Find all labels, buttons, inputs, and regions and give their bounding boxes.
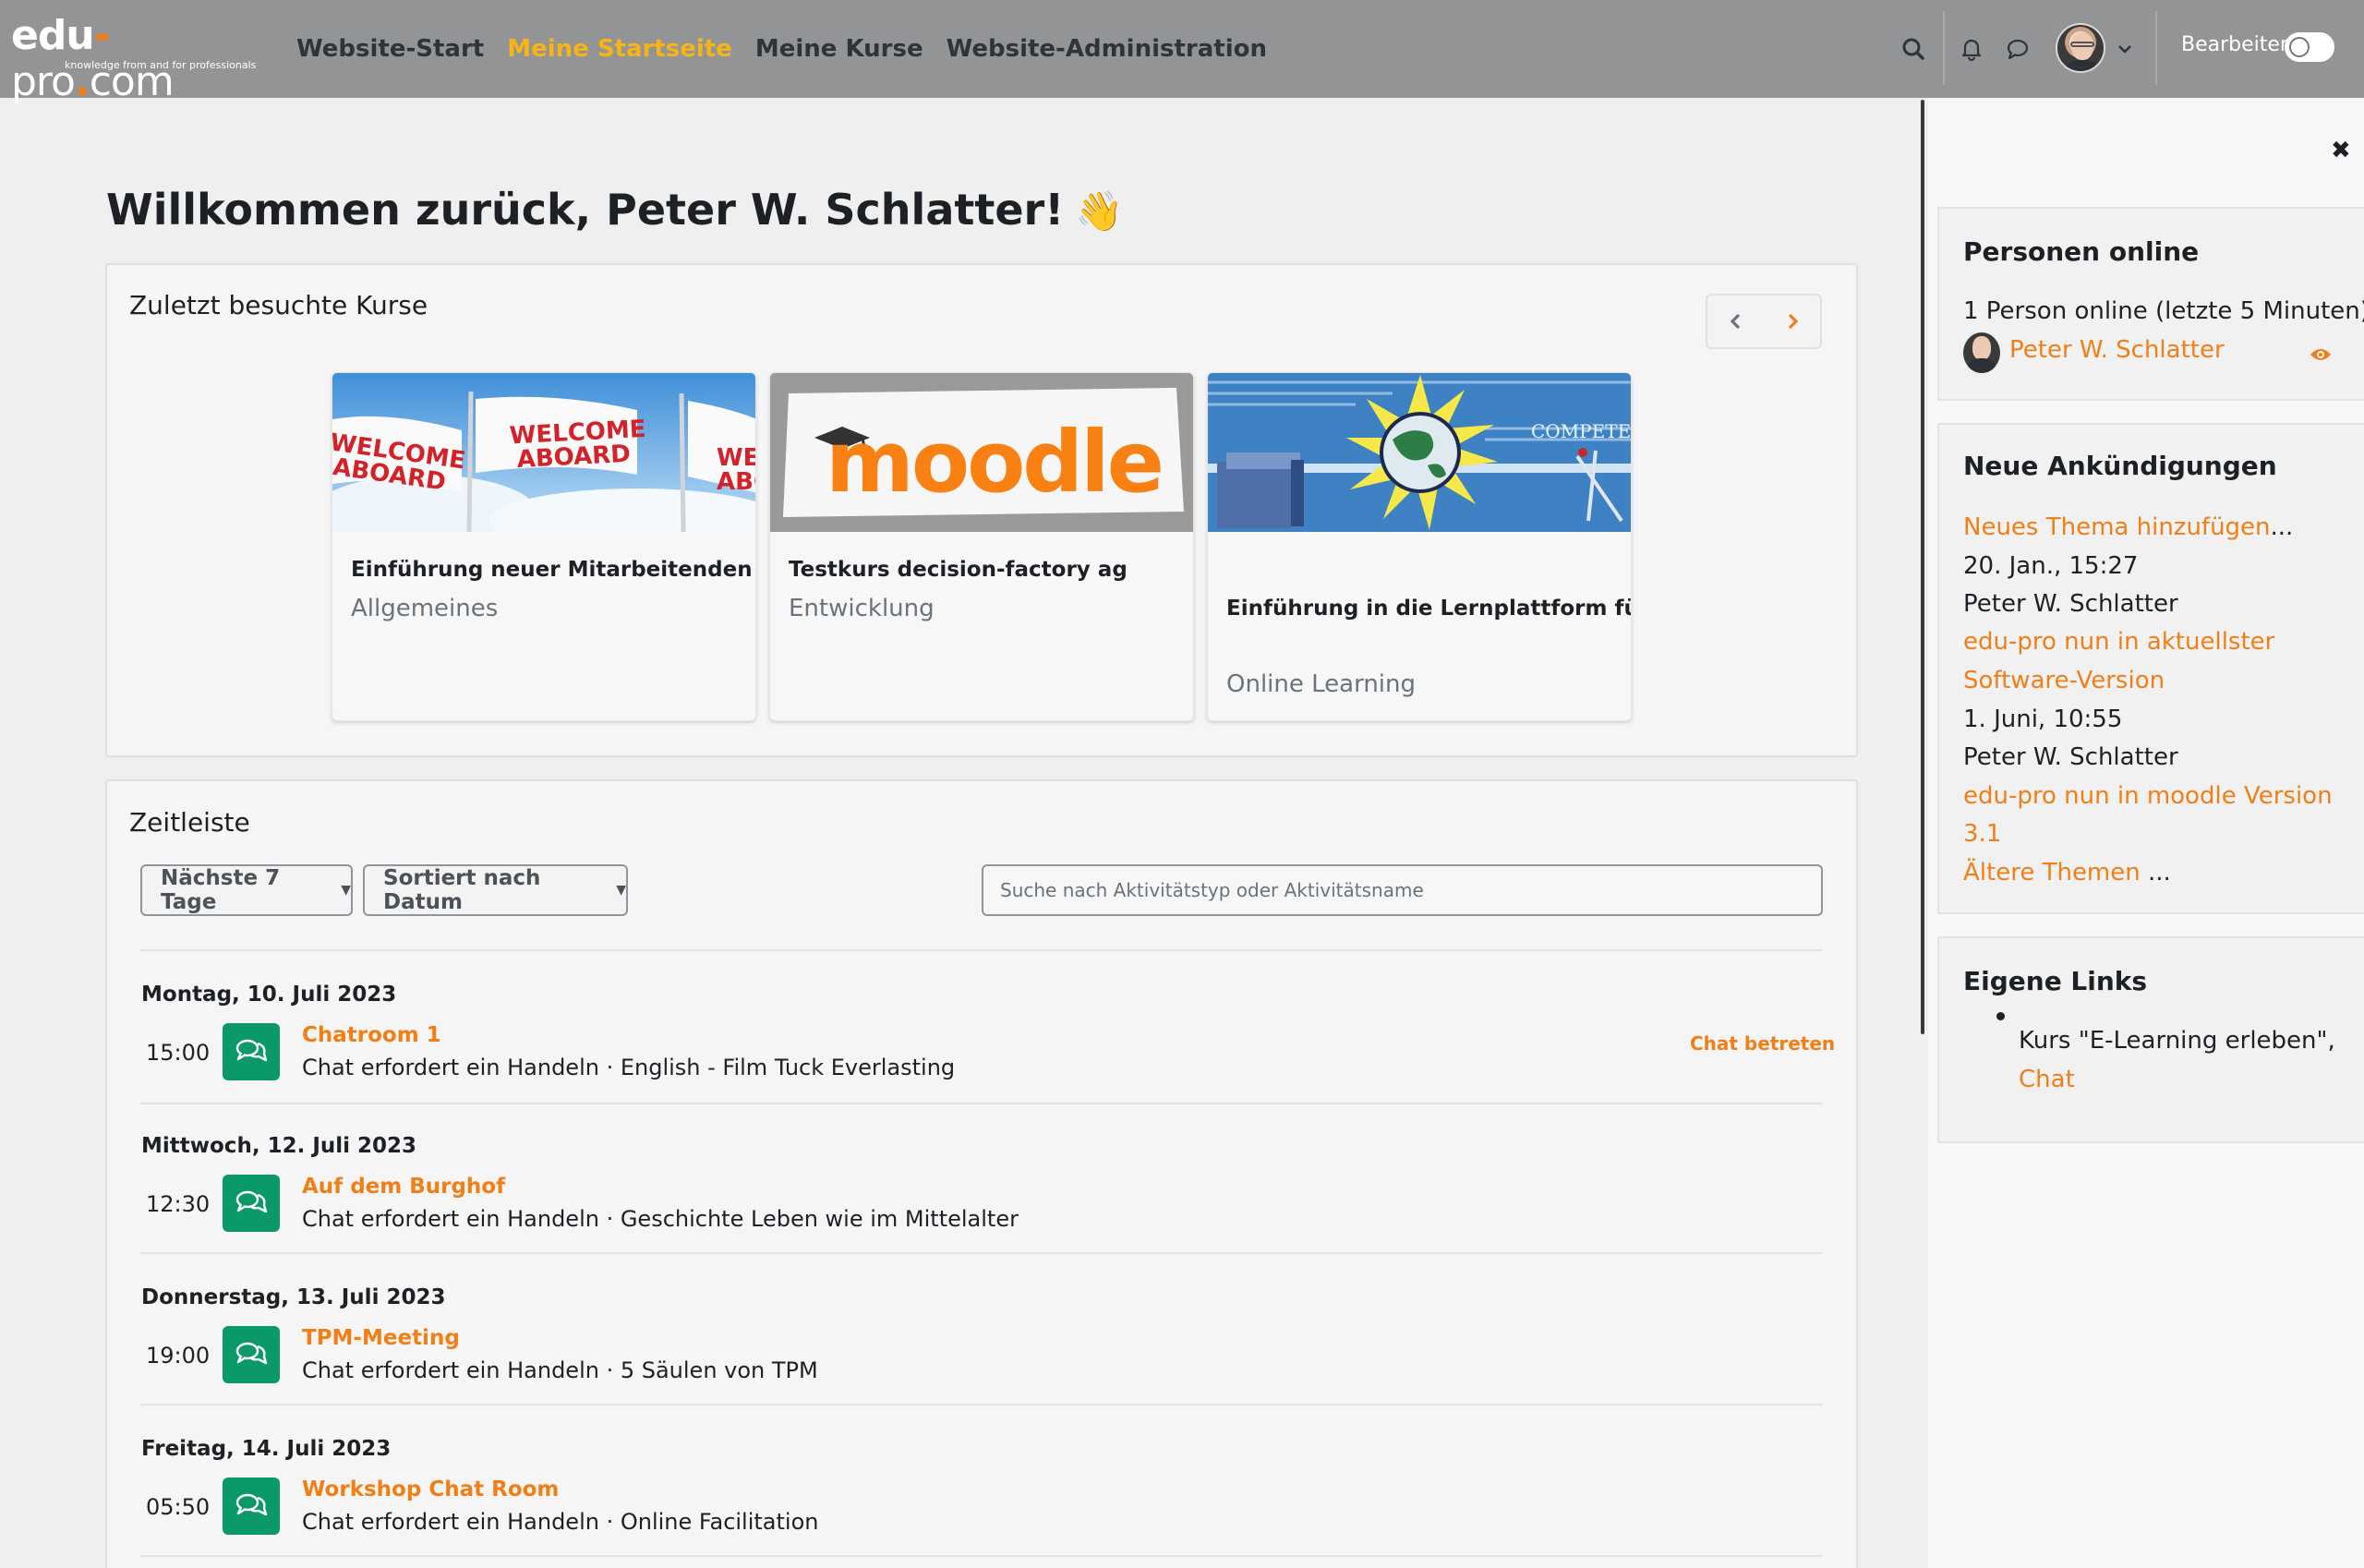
carousel-navigation (1706, 294, 1822, 349)
course-name[interactable]: Testkurs decision-factory ag (789, 558, 1128, 582)
chevron-down-icon[interactable] (2111, 35, 2142, 66)
chat-icon (223, 1478, 280, 1535)
news-block: Neue Ankündigungen Neues Thema hinzufüge… (1937, 423, 2364, 914)
recent-courses-title: Zuletzt besuchte Kurse (129, 290, 428, 320)
news-title-link[interactable]: edu-pro nun in aktuellster (1963, 628, 2274, 656)
online-user-link[interactable]: Peter W. Schlatter (2009, 336, 2225, 364)
nav-item-meine-kurse[interactable]: Meine Kurse (755, 31, 923, 66)
user-avatar[interactable] (2056, 23, 2105, 73)
primary-navigation: Website-Start Meine Startseite Meine Kur… (296, 31, 1290, 66)
timeline-activity-link[interactable]: TPM-Meeting (302, 1326, 460, 1350)
top-navbar: edu-pro.com knowledge from and for profe… (0, 0, 2364, 105)
timeline-time: 19:00 (146, 1343, 211, 1369)
chat-enter-button[interactable]: Chat betreten (1690, 1032, 1835, 1055)
block-title: Personen online (1963, 236, 2200, 267)
eye-icon[interactable] (2309, 345, 2333, 368)
svg-text:COMPETENC: COMPETENC (1531, 420, 1631, 442)
online-summary: 1 Person online (letzte 5 Minuten) (1963, 297, 2364, 325)
course-image-moodle: moodle (770, 373, 1193, 532)
user-avatar (1963, 332, 2000, 373)
news-author: Peter W. Schlatter (1963, 743, 2178, 771)
message-icon[interactable] (2002, 33, 2033, 65)
course-image-globe: COMPETENC (1208, 373, 1631, 532)
logo-tagline: knowledge from and for professionals (65, 59, 257, 71)
course-category: Allgemeines (351, 595, 499, 622)
news-title-link[interactable]: 3.1 (1963, 820, 2001, 848)
online-users-block: Personen online 1 Person online (letzte … (1937, 207, 2364, 401)
news-author: Peter W. Schlatter (1963, 590, 2178, 618)
chevron-right-icon (1788, 313, 1798, 330)
older-topics-link[interactable]: Ältere Themen (1963, 859, 2141, 887)
carousel-prev-button[interactable] (1707, 296, 1764, 347)
add-topic-line: Neues Thema hinzufügen... (1963, 513, 2294, 541)
timeline-date: Mittwoch, 12. Juli 2023 (141, 1134, 417, 1158)
divider (140, 1555, 1823, 1557)
course-category: Entwicklung (789, 595, 935, 622)
timeline-date: Freitag, 14. Juli 2023 (141, 1437, 392, 1461)
timeline-sort-select[interactable]: Sortiert nach Datum ▼ (363, 864, 628, 916)
block-title: Eigene Links (1963, 966, 2148, 996)
nav-item-website-start[interactable]: Website-Start (296, 31, 484, 66)
navbar-divider (1943, 11, 1945, 85)
course-name[interactable]: Einführung in die Lernplattform für... (1226, 597, 1631, 621)
course-card[interactable]: COMPETENC Einführung in die Lernplattfor… (1207, 372, 1632, 721)
timeline-date: Montag, 10. Juli 2023 (141, 983, 397, 1007)
divider (140, 1252, 1823, 1254)
carousel-next-button[interactable] (1764, 296, 1820, 347)
navbar-divider-2 (2155, 11, 2157, 85)
timeline-time: 12:30 (146, 1191, 211, 1217)
timeline-activity-description: Chat erfordert ein Handeln · 5 Säulen vo… (302, 1357, 818, 1383)
timeline-date: Donnerstag, 13. Juli 2023 (141, 1285, 446, 1309)
course-card[interactable]: WELCOME ABOARD WELCOME ABOARD WELCOME AB… (332, 372, 756, 721)
timeline-time: 05:50 (146, 1494, 211, 1520)
site-logo[interactable]: edu-pro.com knowledge from and for profe… (11, 13, 256, 105)
chat-icon (223, 1326, 280, 1383)
timeline-activity-description: Chat erfordert ein Handeln · Online Faci… (302, 1509, 819, 1535)
svg-text:ABOARD: ABOARD (717, 468, 755, 496)
news-date: 1. Juni, 10:55 (1963, 706, 2123, 733)
bell-icon[interactable] (1956, 33, 1987, 65)
block-title: Neue Ankündigungen (1963, 451, 2277, 481)
waving-hand-icon: 👋 (1075, 188, 1124, 234)
nav-item-website-administration[interactable]: Website-Administration (947, 31, 1267, 66)
chat-icon (223, 1175, 280, 1232)
course-image-welcome-aboard: WELCOME ABOARD WELCOME ABOARD WELCOME AB… (332, 373, 755, 532)
main-scrollbar[interactable] (1921, 100, 1924, 1034)
chevron-left-icon (1730, 313, 1740, 330)
edit-mode-toggle[interactable] (2285, 32, 2334, 62)
news-title-link[interactable]: Software-Version (1963, 667, 2165, 694)
chevron-down-icon: ▼ (341, 883, 351, 898)
close-icon[interactable]: ✖ (2331, 137, 2351, 164)
own-link-chat[interactable]: Chat (2019, 1066, 2075, 1093)
chevron-down-icon: ▼ (616, 883, 626, 898)
timeline-day-filter[interactable]: Nächste 7 Tage ▼ (140, 864, 353, 916)
nav-item-meine-startseite[interactable]: Meine Startseite (507, 31, 732, 66)
page-title: Willkommen zurück, Peter W. Schlatter! 👋 (106, 185, 1124, 235)
edit-mode-label: Bearbeiten (2181, 33, 2293, 56)
timeline-title: Zeitleiste (129, 807, 250, 838)
own-link-text: Kurs "E-Learning erleben", (2019, 1027, 2335, 1055)
search-icon[interactable] (1898, 33, 1929, 65)
course-category: Online Learning (1226, 670, 1417, 698)
news-title-link[interactable]: edu-pro nun in moodle Version (1963, 782, 2333, 810)
timeline-activity-description: Chat erfordert ein Handeln · Geschichte … (302, 1206, 1019, 1232)
divider (140, 1404, 1823, 1405)
divider (140, 1103, 1823, 1104)
timeline-time: 15:00 (146, 1040, 211, 1066)
timeline-activity-link[interactable]: Workshop Chat Room (302, 1478, 559, 1502)
news-date: 20. Jan., 15:27 (1963, 552, 2139, 580)
timeline-search-input[interactable]: Suche nach Aktivitätstyp oder Aktivitäts… (982, 864, 1823, 916)
list-bullet (1996, 1012, 2005, 1020)
own-links-block: Eigene Links Kurs "E-Learning erleben", … (1937, 936, 2364, 1143)
svg-text:moodle: moodle (826, 413, 1162, 512)
timeline-activity-link[interactable]: Auf dem Burghof (302, 1175, 505, 1199)
divider (140, 949, 1823, 951)
timeline-activity-link[interactable]: Chatroom 1 (302, 1023, 441, 1047)
add-topic-link[interactable]: Neues Thema hinzufügen (1963, 513, 2271, 541)
course-name[interactable]: Einführung neuer Mitarbeitenden (351, 558, 753, 582)
course-card[interactable]: moodle Testkurs decision-factory ag Entw… (769, 372, 1194, 721)
chat-icon (223, 1023, 280, 1080)
timeline-activity-description: Chat erfordert ein Handeln · English - F… (302, 1055, 956, 1080)
older-topics-line: Ältere Themen ... (1963, 859, 2171, 887)
